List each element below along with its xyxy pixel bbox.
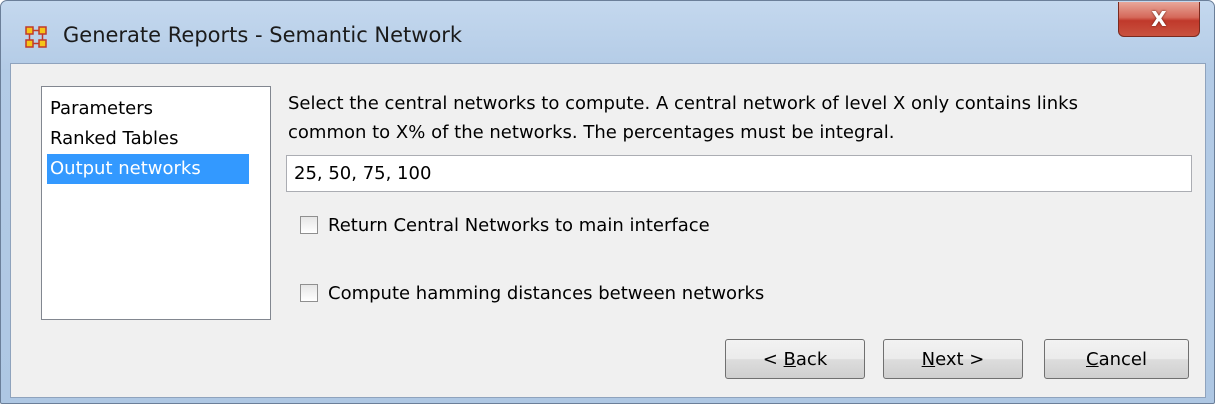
window-title: Generate Reports - Semantic Network [63, 23, 463, 47]
cancel-button[interactable]: Cancel [1044, 339, 1189, 379]
return-central-networks-option[interactable]: Return Central Networks to main interfac… [300, 211, 710, 239]
return-central-networks-checkbox[interactable] [300, 216, 318, 234]
return-central-networks-label: Return Central Networks to main interfac… [328, 214, 710, 236]
back-button-rest: ack [795, 348, 828, 370]
back-button-mnemonic: B [783, 348, 796, 370]
app-network-icon [25, 26, 47, 48]
nav-item-parameters[interactable]: Parameters [47, 94, 156, 124]
compute-hamming-label: Compute hamming distances between networ… [328, 282, 765, 304]
instructions-line-1: Select the central networks to compute. … [288, 93, 1078, 114]
close-button[interactable]: X [1118, 2, 1200, 37]
instructions-line-2: common to X% of the networks. The percen… [288, 122, 895, 143]
wizard-step-list: Parameters Ranked Tables Output networks [41, 86, 271, 320]
instructions-text: Select the central networks to compute. … [288, 89, 1188, 147]
nav-item-output-networks[interactable]: Output networks [47, 154, 249, 184]
back-button-prefix: < [762, 348, 784, 370]
cancel-button-mnemonic: C [1086, 348, 1099, 370]
next-button[interactable]: Next > [883, 339, 1023, 379]
dialog-window: Generate Reports - Semantic Network X Pa… [0, 0, 1215, 404]
next-button-rest: ext > [935, 348, 985, 370]
nav-item-ranked-tables[interactable]: Ranked Tables [47, 124, 181, 154]
cancel-button-rest: ancel [1098, 348, 1147, 370]
title-bar[interactable]: Generate Reports - Semantic Network X [1, 1, 1214, 63]
close-icon: X [1151, 7, 1167, 31]
back-button[interactable]: < Back [725, 339, 865, 379]
percentages-input[interactable] [286, 155, 1192, 192]
compute-hamming-checkbox[interactable] [300, 284, 318, 302]
dialog-content: Parameters Ranked Tables Output networks… [10, 63, 1206, 398]
next-button-mnemonic: N [921, 348, 936, 370]
compute-hamming-option[interactable]: Compute hamming distances between networ… [300, 279, 764, 307]
